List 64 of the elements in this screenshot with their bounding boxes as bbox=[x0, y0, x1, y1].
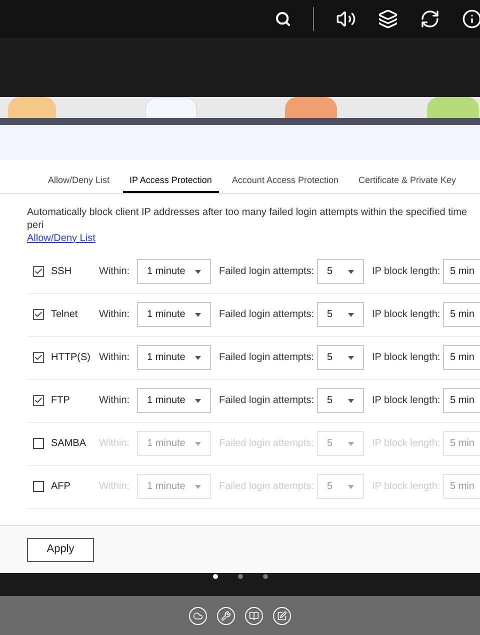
tab[interactable]: Account Access Protection bbox=[224, 174, 346, 192]
info-icon[interactable] bbox=[462, 9, 480, 29]
service-label: Telnet bbox=[51, 308, 79, 322]
caret-icon bbox=[195, 442, 201, 446]
service-label: SSH bbox=[51, 265, 73, 279]
dropdown[interactable]: 5 min bbox=[443, 345, 480, 370]
caret-icon bbox=[195, 270, 201, 274]
within-label: Within: bbox=[99, 394, 131, 408]
tab[interactable]: IP Access Protection bbox=[122, 174, 219, 192]
caret-icon bbox=[195, 484, 201, 488]
dock-icon[interactable] bbox=[245, 606, 263, 624]
caret-icon bbox=[348, 356, 354, 360]
dropdown[interactable]: 5 min bbox=[443, 388, 480, 413]
dropdown[interactable]: 5 bbox=[317, 259, 364, 284]
caret-icon bbox=[195, 356, 201, 360]
service-label: HTTP(S) bbox=[51, 351, 92, 365]
caret-icon bbox=[348, 270, 354, 274]
dropdown[interactable]: 5 bbox=[317, 345, 364, 370]
within-label: Within: bbox=[99, 351, 131, 365]
caret-icon bbox=[348, 442, 354, 446]
block-length-label: IP block length: bbox=[372, 308, 442, 322]
allow-deny-link[interactable]: Allow/Deny List bbox=[27, 232, 96, 244]
service-label: FTP bbox=[51, 394, 71, 408]
caret-icon bbox=[195, 312, 201, 316]
checkbox[interactable] bbox=[33, 395, 44, 406]
dropdown[interactable]: 1 minute bbox=[137, 302, 211, 327]
description-text: Automatically block client IP addresses after too many failed login attempts within the specified time peri bbox=[27, 206, 468, 232]
checkbox[interactable] bbox=[33, 438, 44, 449]
search-icon[interactable] bbox=[275, 11, 291, 27]
tab[interactable]: Certificate & Private Key bbox=[351, 174, 464, 192]
checkbox[interactable] bbox=[33, 352, 44, 363]
block-length-label: IP block length: bbox=[372, 265, 442, 279]
checkbox[interactable] bbox=[33, 309, 44, 320]
dock-icon[interactable] bbox=[217, 606, 235, 624]
service-label: AFP bbox=[51, 480, 72, 494]
dock-icon[interactable] bbox=[273, 606, 291, 624]
stack-icon[interactable] bbox=[378, 9, 398, 29]
checkbox[interactable] bbox=[33, 481, 44, 492]
attempts-label: Failed login attempts: bbox=[219, 351, 315, 365]
service-label: SAMBA bbox=[51, 437, 88, 451]
attempts-label: Failed login attempts: bbox=[219, 394, 315, 408]
attempts-label: Failed login attempts: bbox=[219, 265, 315, 279]
dropdown[interactable]: 5 min bbox=[443, 259, 480, 284]
sync-icon[interactable] bbox=[420, 9, 440, 29]
caret-icon bbox=[348, 398, 354, 402]
dropdown[interactable]: 1 minute bbox=[137, 345, 211, 370]
dropdown[interactable]: 1 minute bbox=[137, 388, 211, 413]
caret-icon bbox=[348, 484, 354, 488]
dropdown[interactable]: 1 minute bbox=[137, 259, 211, 284]
dropdown[interactable]: 5 min bbox=[443, 302, 480, 327]
within-label: Within: bbox=[99, 265, 131, 279]
dock-icon[interactable] bbox=[189, 606, 207, 624]
block-length-label: IP block length: bbox=[372, 394, 442, 408]
caret-icon bbox=[348, 312, 354, 316]
tab[interactable]: Allow/Deny List bbox=[41, 174, 117, 192]
within-label: Within: bbox=[99, 308, 131, 322]
apply-button[interactable]: Apply bbox=[27, 538, 94, 562]
attempts-label: Failed login attempts: bbox=[219, 308, 315, 322]
dropdown[interactable]: 5 bbox=[317, 388, 364, 413]
dropdown[interactable]: 5 bbox=[317, 302, 364, 327]
caret-icon bbox=[195, 398, 201, 402]
block-length-label: IP block length: bbox=[372, 351, 442, 365]
checkbox[interactable] bbox=[33, 266, 44, 277]
speaker-icon[interactable] bbox=[336, 9, 356, 29]
